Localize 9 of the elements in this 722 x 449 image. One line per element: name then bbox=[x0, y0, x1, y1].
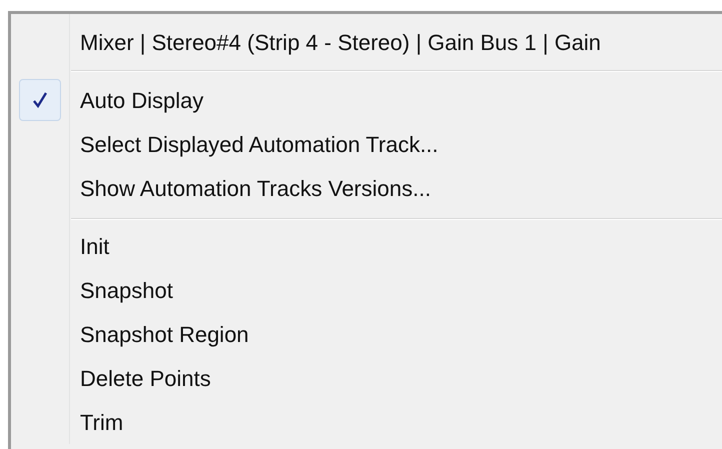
menu-item[interactable]: Snapshot Region bbox=[80, 318, 249, 350]
menu-title: Mixer | Stereo#4 (Strip 4 - Stereo) | Gain Bus 1 | Gain bbox=[80, 28, 601, 57]
menu-item[interactable]: Select Displayed Automation Track... bbox=[80, 128, 438, 160]
menu-item[interactable]: Auto Display bbox=[80, 84, 204, 116]
menu-item[interactable]: Init bbox=[80, 230, 110, 262]
menu-item[interactable]: Show Automation Tracks Versions... bbox=[80, 172, 431, 204]
menu-item[interactable]: Snapshot bbox=[80, 274, 173, 306]
menu-item[interactable]: Delete Points bbox=[80, 362, 211, 394]
menu-item[interactable]: Trim bbox=[80, 406, 124, 438]
